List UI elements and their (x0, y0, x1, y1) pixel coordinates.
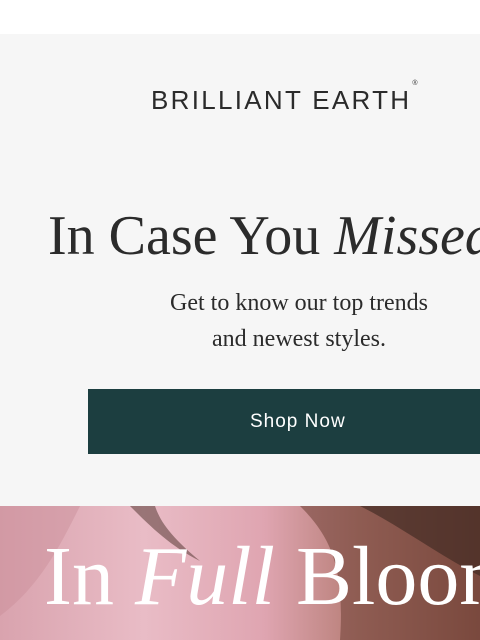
shop-now-label: Shop Now (250, 410, 346, 432)
headline-text: In Case You (48, 205, 335, 267)
banner-title-part-1: In (44, 530, 135, 623)
headline-italic-text: Missed (334, 205, 480, 267)
hero-subtext: Get to know our top trends and newest st… (143, 285, 455, 357)
banner-title-part-2: Bloom (295, 530, 480, 623)
top-spacer (0, 0, 480, 34)
subtext-line-2: and newest styles. (212, 326, 386, 352)
banner-title: In Full Bloom (44, 528, 480, 625)
logo-text: BRILLIANT EARTH (151, 85, 412, 115)
email-page: BRILLIANT EARTH® In Case You Missed Get … (0, 0, 480, 640)
full-bloom-banner[interactable]: In Full Bloom (0, 506, 480, 640)
shop-now-button[interactable]: Shop Now (88, 389, 480, 454)
hero-headline: In Case You Missed (48, 204, 480, 268)
hero-section: BRILLIANT EARTH® In Case You Missed Get … (0, 34, 480, 506)
subtext-line-1: Get to know our top trends (170, 290, 428, 316)
brilliant-earth-logo[interactable]: BRILLIANT EARTH® (151, 80, 418, 116)
trademark-symbol: ® (412, 80, 418, 88)
banner-title-italic: Full (134, 530, 275, 623)
